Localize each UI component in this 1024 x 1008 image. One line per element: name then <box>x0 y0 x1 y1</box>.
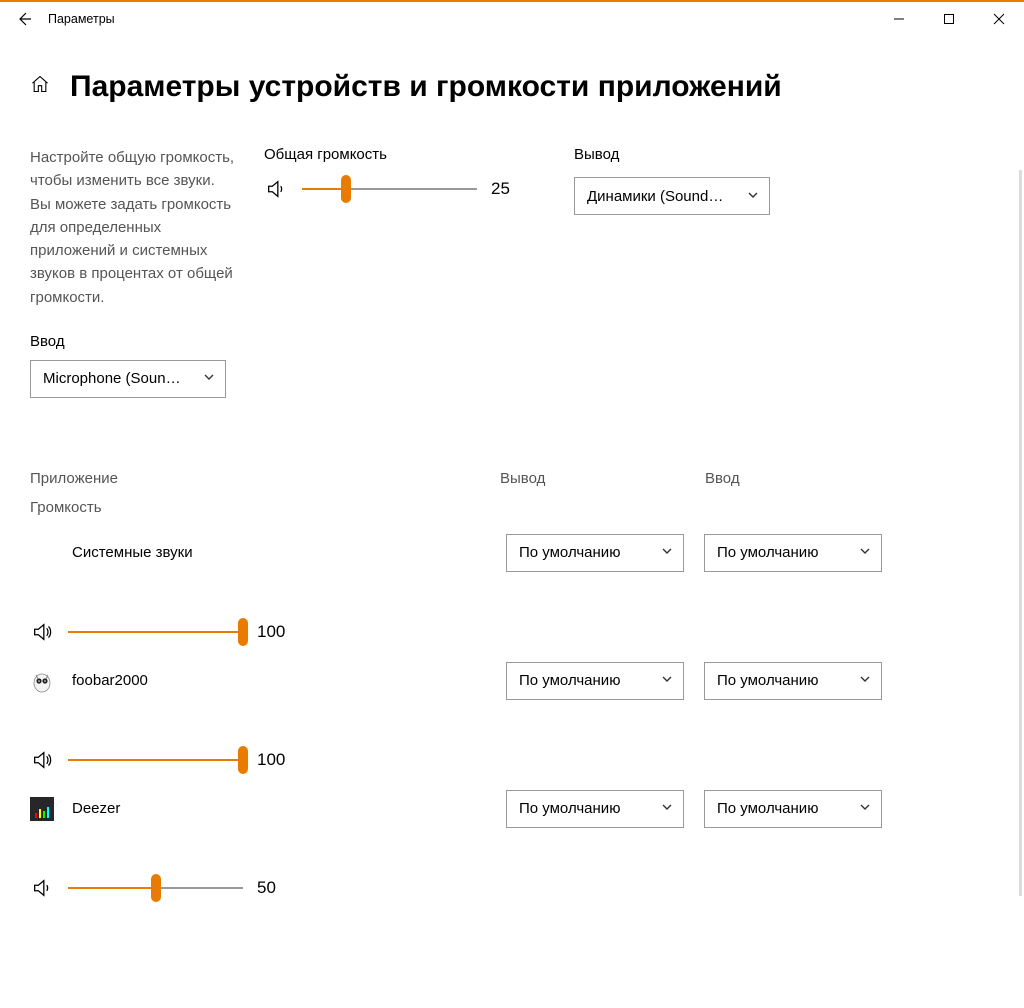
select-value: По умолчанию <box>717 672 818 689</box>
output-device-select[interactable]: Динамики (Sound… <box>574 177 770 215</box>
apps-header-app: Приложение <box>30 470 500 487</box>
master-volume-label: Общая громкость <box>264 146 546 163</box>
app-volume-slider[interactable] <box>68 748 243 772</box>
chevron-down-icon <box>747 188 759 205</box>
app-input-select[interactable]: По умолчанию <box>704 790 882 828</box>
app-input-select[interactable]: По умолчанию <box>704 534 882 572</box>
chevron-down-icon <box>661 544 673 561</box>
scrollbar[interactable] <box>1019 170 1022 896</box>
page-title: Параметры устройств и громкости приложен… <box>70 70 782 104</box>
home-icon[interactable] <box>30 74 50 100</box>
app-name: Deezer <box>72 800 120 817</box>
app-name: foobar2000 <box>72 672 148 689</box>
chevron-down-icon <box>203 370 215 387</box>
titlebar: Параметры <box>0 0 1024 36</box>
chevron-down-icon <box>859 800 871 817</box>
apps-header: Приложение Вывод Ввод <box>30 470 994 487</box>
minimize-icon <box>893 13 905 25</box>
speaker-icon[interactable] <box>30 876 54 900</box>
minimize-button[interactable] <box>874 2 924 36</box>
select-value: По умолчанию <box>717 544 818 561</box>
output-label: Вывод <box>574 146 770 163</box>
chevron-down-icon <box>661 800 673 817</box>
master-volume-slider[interactable] <box>302 177 477 201</box>
apps-header-output: Вывод <box>500 470 705 487</box>
close-icon <box>993 13 1005 25</box>
app-volume-slider[interactable] <box>68 620 243 644</box>
app-volume-value: 50 <box>257 878 291 898</box>
app-volume-value: 100 <box>257 750 291 770</box>
input-label: Ввод <box>30 333 236 350</box>
window-title: Параметры <box>48 12 115 26</box>
speaker-icon[interactable] <box>30 620 54 644</box>
app-volume-value: 100 <box>257 622 291 642</box>
input-device-select[interactable]: Microphone (Soun… <box>30 360 226 398</box>
app-output-select[interactable]: По умолчанию <box>506 790 684 828</box>
app-output-select[interactable]: По умолчанию <box>506 534 684 572</box>
app-icon-foobar <box>30 669 54 693</box>
chevron-down-icon <box>661 672 673 689</box>
maximize-icon <box>943 13 955 25</box>
apps-header-input: Ввод <box>705 470 740 487</box>
close-button[interactable] <box>974 2 1024 36</box>
output-device-value: Динамики (Sound… <box>587 188 723 205</box>
speaker-icon[interactable] <box>264 177 288 201</box>
app-icon-deezer <box>30 797 54 821</box>
select-value: По умолчанию <box>717 800 818 817</box>
select-value: По умолчанию <box>519 672 620 689</box>
app-name: Системные звуки <box>72 544 193 561</box>
chevron-down-icon <box>859 672 871 689</box>
select-value: По умолчанию <box>519 544 620 561</box>
master-volume-value: 25 <box>491 179 525 199</box>
app-output-select[interactable]: По умолчанию <box>506 662 684 700</box>
app-icon-system <box>30 541 54 565</box>
apps-header-volume: Громкость <box>30 499 994 516</box>
maximize-button[interactable] <box>924 2 974 36</box>
app-volume-slider[interactable] <box>68 876 243 900</box>
arrow-left-icon <box>16 11 32 27</box>
app-input-select[interactable]: По умолчанию <box>704 662 882 700</box>
input-device-value: Microphone (Soun… <box>43 370 181 387</box>
select-value: По умолчанию <box>519 800 620 817</box>
page-description: Настройте общую громкость, чтобы изменит… <box>30 146 236 309</box>
back-button[interactable] <box>0 2 48 36</box>
chevron-down-icon <box>859 544 871 561</box>
speaker-icon[interactable] <box>30 748 54 772</box>
